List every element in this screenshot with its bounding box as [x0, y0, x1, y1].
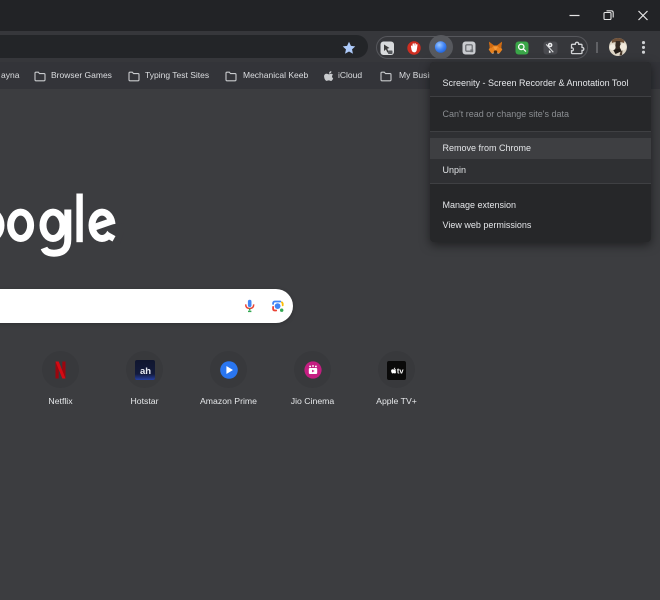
svg-text:tv: tv: [397, 366, 404, 375]
svg-text:ah: ah: [140, 366, 151, 377]
